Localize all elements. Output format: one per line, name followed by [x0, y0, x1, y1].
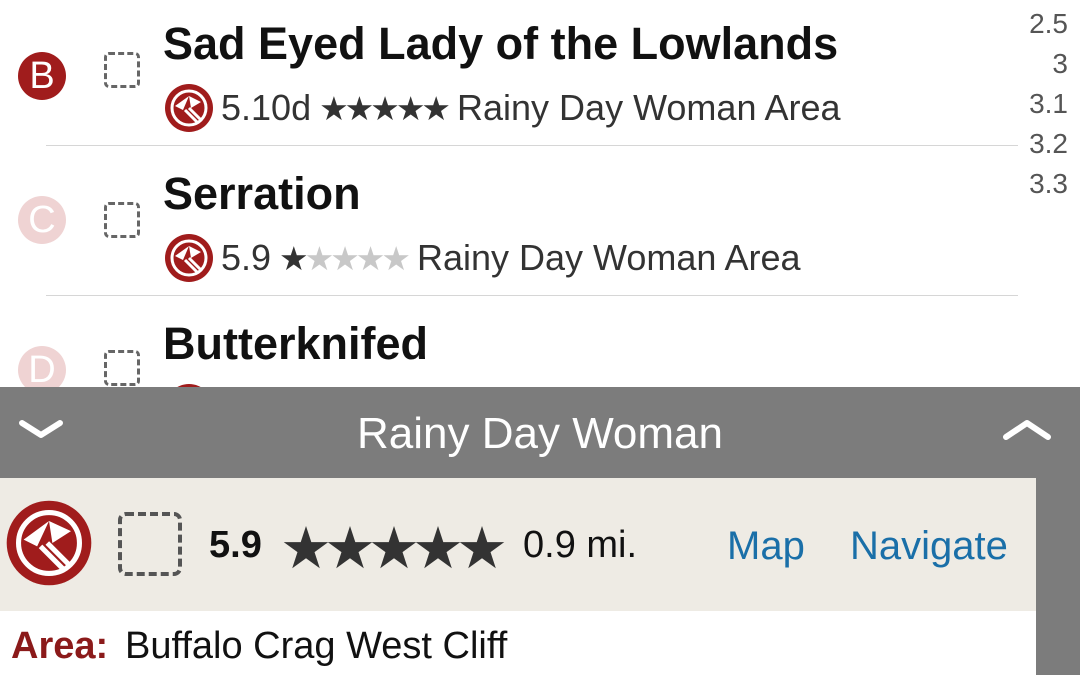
star-empty: ★★★★: [304, 239, 411, 277]
area-title: Rainy Day Woman: [357, 409, 723, 458]
area-header-bar[interactable]: Rainy Day Woman: [0, 387, 1080, 478]
route-meta: 5.9 ★★★★★ Rainy Day Woman Area: [163, 232, 801, 284]
star-rating: ★★★★★: [280, 516, 508, 581]
tick-checkbox[interactable]: [104, 202, 140, 238]
trad-climb-icon: [6, 500, 92, 586]
route-grade: 5.10d: [221, 87, 312, 128]
index-item[interactable]: 3.3: [1020, 168, 1080, 208]
index-item[interactable]: 3.1: [1020, 88, 1080, 128]
route-row[interactable]: B Sad Eyed Lady of the Lowlands 5.10d ★★…: [0, 0, 1020, 150]
route-grade: 5.9: [221, 237, 272, 278]
route-area: Rainy Day Woman Area: [416, 237, 801, 278]
scroll-gutter: [1036, 478, 1080, 675]
route-letter-badge: D: [18, 346, 66, 387]
tick-checkbox[interactable]: [104, 52, 140, 88]
divider: [46, 145, 1018, 146]
route-letter-badge: C: [18, 196, 66, 244]
star-filled: ★: [279, 239, 309, 277]
index-item[interactable]: 2.5: [1020, 8, 1080, 48]
star-rating: ★★★★★: [319, 89, 451, 127]
star-rating: ★★★★★: [279, 239, 411, 278]
divider: [46, 295, 1018, 296]
index-item[interactable]: 3: [1020, 48, 1080, 88]
navigate-link[interactable]: Navigate: [850, 524, 1008, 569]
map-link[interactable]: Map: [727, 524, 805, 569]
index-item[interactable]: 3.2: [1020, 128, 1080, 168]
area-detail-panel: 5.9 ★★★★★ 0.9 mi. Map Navigate: [0, 478, 1036, 611]
route-letter-badge: B: [18, 52, 66, 100]
area-value[interactable]: Buffalo Crag West Cliff: [125, 625, 507, 668]
area-label: Area:: [11, 625, 109, 667]
trad-climb-icon: [165, 234, 213, 282]
route-meta: 5.10d ★★★★★ Rainy Day Woman Area: [163, 82, 841, 134]
route-row[interactable]: D Butterknifed: [0, 300, 1020, 387]
tick-checkbox[interactable]: [104, 350, 140, 386]
distance-text: 0.9 mi.: [523, 524, 638, 566]
route-area: Rainy Day Woman Area: [457, 87, 841, 128]
chevron-up-icon[interactable]: [1000, 415, 1054, 445]
route-row[interactable]: C Serration 5.9 ★★★★★ Rainy Day Woman Ar…: [0, 150, 1020, 300]
area-info-line: Area: Buffalo Crag West Cliff: [0, 611, 1036, 675]
route-name: Sad Eyed Lady of the Lowlands: [163, 18, 839, 69]
route-name: Serration: [163, 168, 361, 219]
route-name: Butterknifed: [163, 318, 429, 369]
section-index[interactable]: 2.5 3 3.1 3.2 3.3: [1020, 8, 1080, 208]
trad-climb-icon: [165, 84, 213, 132]
tick-checkbox[interactable]: [118, 512, 182, 576]
area-grade: 5.9: [209, 524, 262, 566]
